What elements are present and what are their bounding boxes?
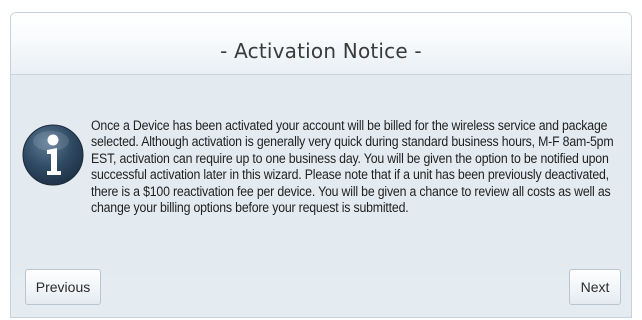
previous-button[interactable]: Previous [25, 269, 101, 305]
info-icon [22, 124, 84, 186]
activation-notice-panel: - Activation Notice - Once a Device has … [10, 12, 632, 318]
panel-title: - Activation Notice - [220, 39, 422, 63]
panel-body: Once a Device has been activated your ac… [11, 75, 631, 275]
next-button[interactable]: Next [569, 269, 621, 305]
panel-header: - Activation Notice - [11, 13, 631, 75]
activation-message: Once a Device has been activated your ac… [91, 118, 614, 216]
